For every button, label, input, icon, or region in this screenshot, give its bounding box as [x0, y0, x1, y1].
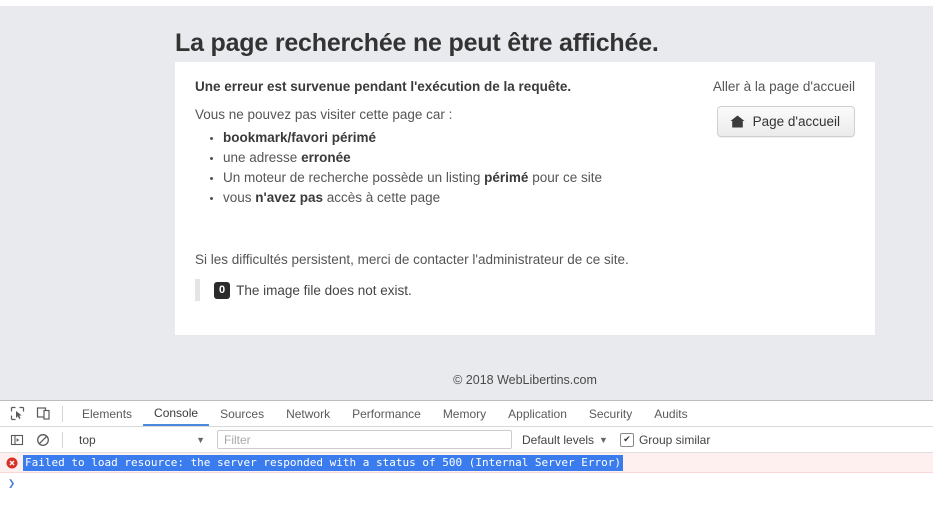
list-item: vous n'avez pas accès à cette page — [223, 188, 602, 208]
error-subheading: Vous ne pouvez pas visiter cette page ca… — [195, 107, 453, 122]
chevron-down-icon: ▼ — [599, 434, 608, 445]
browser-page-viewport: La page recherchée ne peut être affichée… — [0, 0, 933, 400]
reason-post: accès à cette page — [323, 190, 441, 205]
reason-list: bookmark/favori périmé une adresse erron… — [195, 128, 602, 208]
home-icon — [730, 115, 745, 128]
console-message-list: Failed to load resource: the server resp… — [0, 453, 933, 493]
contact-admin-text: Si les difficultés persistent, merci de … — [195, 252, 629, 267]
group-similar-toggle[interactable]: ✔ Group similar — [619, 432, 711, 447]
reason-pre: Un moteur de recherche possède un listin… — [223, 170, 485, 185]
image-error-blockquote: 0 The image file does not exist. — [195, 279, 412, 301]
console-prompt-icon: ❯ — [8, 476, 16, 490]
list-item: une adresse erronée — [223, 148, 602, 168]
list-item: Un moteur de recherche possède un listin… — [223, 168, 602, 188]
reason-pre: vous — [223, 190, 256, 205]
devtools-tabbar: Elements Console Sources Network Perform… — [0, 401, 933, 427]
tab-performance[interactable]: Performance — [341, 401, 432, 426]
console-error-message[interactable]: Failed to load resource: the server resp… — [0, 453, 933, 473]
page-title: La page recherchée ne peut être affichée… — [175, 28, 659, 57]
reason-bold: périmé — [484, 170, 529, 185]
tab-sources[interactable]: Sources — [209, 401, 275, 426]
image-error-text: The image file does not exist. — [236, 282, 412, 298]
tab-application[interactable]: Application — [497, 401, 578, 426]
reason-bold: n'avez pas — [255, 190, 324, 205]
error-circle-icon — [6, 457, 18, 469]
console-levels-label: Default levels — [522, 432, 595, 447]
page-top-strip — [0, 0, 933, 6]
console-context-value: top — [79, 432, 96, 447]
console-filter-input[interactable] — [217, 430, 512, 449]
group-similar-label: Group similar — [638, 432, 711, 447]
reason-bold: erronée — [301, 150, 351, 165]
home-page-button[interactable]: Page d'accueil — [716, 106, 855, 137]
homepage-aside-label: Aller à la page d'accueil — [712, 79, 855, 94]
list-item: bookmark/favori périmé — [223, 128, 602, 148]
console-toolbar-divider — [62, 431, 63, 448]
devtools-panel: Elements Console Sources Network Perform… — [0, 400, 933, 511]
console-context-selector[interactable]: top ▼ — [71, 430, 211, 450]
inspect-element-icon[interactable] — [4, 402, 30, 426]
error-count-badge: 0 — [214, 281, 231, 299]
group-similar-checkbox[interactable]: ✔ — [619, 432, 634, 447]
page-footer: © 2018 WebLibertins.com — [453, 373, 597, 387]
toolbar-divider — [62, 405, 63, 422]
console-levels-selector[interactable]: Default levels ▼ — [522, 433, 608, 447]
reason-pre: une adresse — [223, 150, 302, 165]
tab-security[interactable]: Security — [578, 401, 643, 426]
tab-elements[interactable]: Elements — [71, 401, 143, 426]
console-input-row[interactable]: ❯ — [0, 473, 933, 493]
error-card: Une erreur est survenue pendant l'exécut… — [175, 62, 875, 335]
error-heading: Une erreur est survenue pendant l'exécut… — [195, 79, 572, 94]
home-page-button-label: Page d'accueil — [752, 114, 840, 129]
clear-console-icon[interactable] — [30, 428, 56, 452]
chevron-down-icon: ▼ — [196, 434, 205, 445]
console-sidebar-icon[interactable] — [4, 428, 30, 452]
console-error-text: Failed to load resource: the server resp… — [23, 454, 624, 471]
tab-console[interactable]: Console — [143, 401, 210, 426]
tab-network[interactable]: Network — [275, 401, 341, 426]
tab-memory[interactable]: Memory — [432, 401, 497, 426]
reason-bold: bookmark/favori périmé — [223, 130, 377, 145]
device-toolbar-icon[interactable] — [30, 402, 56, 426]
console-toolbar: top ▼ Default levels ▼ ✔ Group similar — [0, 427, 933, 453]
tab-audits[interactable]: Audits — [643, 401, 698, 426]
reason-post: pour ce site — [528, 170, 602, 185]
